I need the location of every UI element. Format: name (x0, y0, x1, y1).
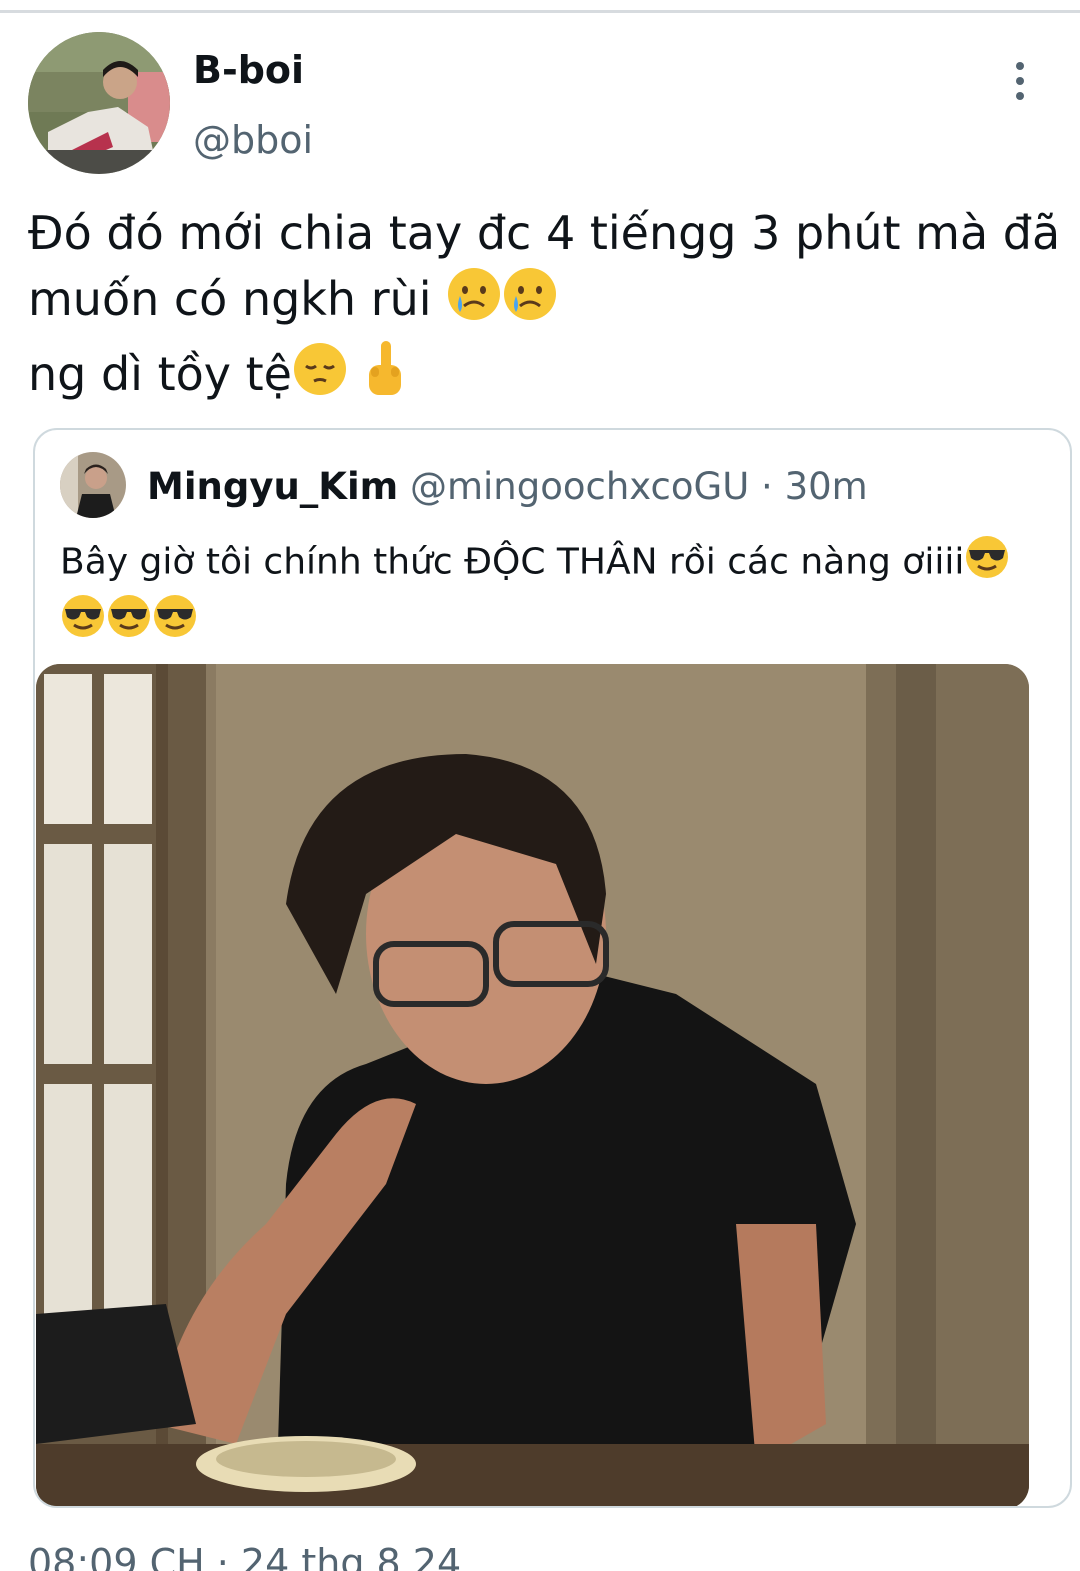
tweet-text-line-2: muốn có ngkh rùi (28, 266, 1058, 339)
tweet-text-line-3-text: ng dì tồy tệ (28, 347, 292, 401)
quoted-tweet-text: Bây giờ tôi chính thức ĐỘC THÂN rồi các … (60, 534, 1050, 652)
author-handle[interactable]: @bboi (193, 118, 313, 162)
quoted-time[interactable]: 30m (785, 465, 868, 508)
top-divider (0, 10, 1080, 13)
tweet-timestamp[interactable]: 08:09 CH · 24 thg 8 24 (28, 1540, 461, 1571)
more-dot-icon (1016, 92, 1024, 100)
author-display-name[interactable]: B-boi (193, 48, 304, 92)
tweet-text: Đó đó mới chia tay đc 4 tiếngg 3 phút mà… (28, 200, 1061, 416)
pensive-face-emoji (292, 341, 348, 414)
quoted-text-line-1: Bây giờ tôi chính thức ĐỘC THÂN rồi các … (60, 534, 1050, 593)
tweet-text-line-1: Đó đó mới chia tay đc 4 tiếngg 3 phút mà… (28, 206, 1061, 260)
quoted-author-avatar[interactable] (60, 452, 126, 518)
crying-face-emoji (502, 266, 558, 339)
quoted-text-line-2 (60, 593, 1050, 652)
tweet-text-line-3: ng dì tồy tệ (28, 339, 1058, 416)
quoted-text-line-1-text: Bây giờ tôi chính thức ĐỘC THÂN rồi các … (60, 541, 965, 583)
sunglasses-face-emoji (60, 593, 106, 652)
more-options-button[interactable] (1000, 58, 1040, 104)
sunglasses-face-emoji (152, 593, 198, 652)
tweet-header: B-boi @bboi (28, 32, 1052, 174)
author-avatar[interactable] (28, 32, 170, 174)
more-dot-icon (1016, 77, 1024, 85)
more-dot-icon (1016, 62, 1024, 70)
sunglasses-face-emoji (106, 593, 152, 652)
quoted-display-name[interactable]: Mingyu_Kim (147, 465, 398, 508)
sunglasses-face-emoji (964, 534, 1010, 593)
quoted-tweet-card[interactable]: Mingyu_Kim @mingoochxcoGU · 30m Bây giờ … (33, 428, 1072, 1508)
crying-face-emoji (446, 266, 502, 339)
middle-finger-emoji (363, 339, 407, 416)
quoted-tweet-header: Mingyu_Kim @mingoochxcoGU · 30m (147, 464, 868, 510)
tweet-text-line-2-text: muốn có ngkh rùi (28, 272, 432, 326)
quoted-handle[interactable]: @mingoochxcoGU (410, 465, 749, 508)
quoted-tweet-photo[interactable] (36, 664, 1029, 1506)
quoted-separator: · (761, 465, 773, 508)
